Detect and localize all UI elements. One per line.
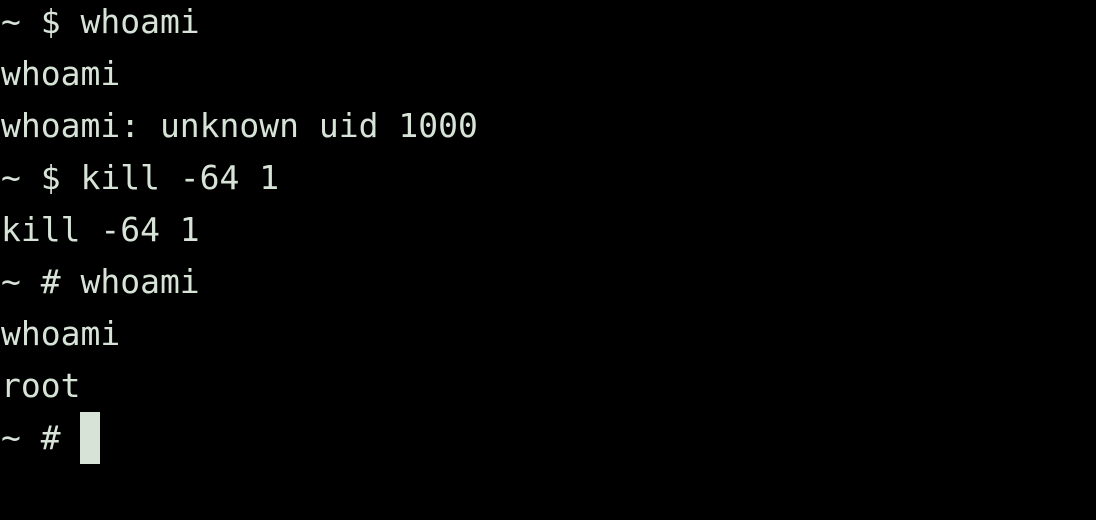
terminal-line: whoami xyxy=(1,54,121,93)
terminal-line: whoami xyxy=(1,314,121,353)
terminal-line: kill -64 1 xyxy=(1,210,200,249)
terminal-line: ~ $ whoami xyxy=(1,2,200,41)
terminal-line: ~ $ kill -64 1 xyxy=(1,158,280,197)
terminal-cursor xyxy=(80,412,101,464)
terminal-line: ~ # whoami xyxy=(1,262,200,301)
terminal-prompt: ~ # xyxy=(1,418,81,457)
terminal-input-line[interactable]: ~ # xyxy=(1,412,101,464)
terminal-line: root xyxy=(1,366,81,405)
terminal-window[interactable]: ~ $ whoami whoami whoami: unknown uid 10… xyxy=(0,0,1096,476)
terminal-line: whoami: unknown uid 1000 xyxy=(1,106,478,145)
